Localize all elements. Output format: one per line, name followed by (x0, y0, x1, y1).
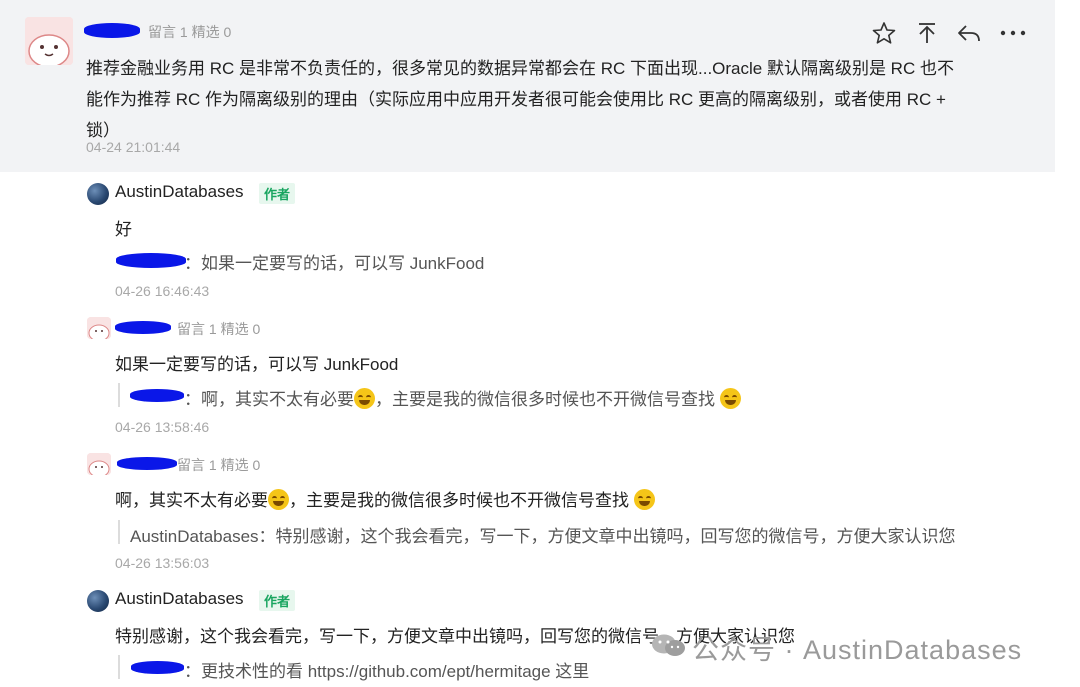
laughing-tears-emoji-icon (633, 489, 655, 510)
reply-time: 04-26 16:46:43 (115, 283, 210, 299)
user-avatar[interactable] (87, 453, 111, 475)
reply-time: 04-26 13:56:03 (115, 555, 210, 571)
quoted-text: ：啊，其实不太有必要 ，主要是我的微信很多时候也不开微信号查找 (184, 385, 741, 410)
comment-text: 推荐金融业务用 RC 是非常不负责任的，很多常见的数据异常都会在 RC 下面出现… (86, 59, 954, 140)
redacted-username (131, 661, 184, 674)
reply-text: 如果一定要写的话，可以写 JunkFood (115, 355, 399, 374)
comment-meta: 留言 1 精选 0 (148, 24, 232, 40)
comment-time: 04-24 21:01:44 (86, 139, 181, 155)
quoted-text: AustinDatabases：特别感谢，这个我会看完，写一下，方便文章中出镜吗… (130, 527, 956, 546)
wechat-logo-icon (650, 632, 686, 658)
quote-bar (118, 520, 120, 544)
redacted-username (117, 457, 177, 470)
redacted-username (130, 389, 184, 402)
reply-icon[interactable] (956, 20, 982, 46)
watermark: 公众号 · AustinDatabases (692, 635, 1023, 665)
reply-text-part: 啊，其实不太有必要 (115, 491, 268, 510)
user-avatar[interactable] (25, 17, 73, 65)
quoted-text-part: ：啊，其实不太有必要 (184, 390, 354, 409)
reply-time: 04-26 13:58:46 (115, 419, 210, 435)
star-icon[interactable] (871, 20, 897, 46)
laughing-tears-emoji-icon (354, 388, 375, 409)
reply-text: 啊，其实不太有必要 ，主要是我的微信很多时候也不开微信号查找 (115, 486, 655, 511)
author-avatar[interactable] (87, 590, 109, 612)
laughing-tears-emoji-icon (268, 489, 289, 510)
redacted-username (115, 321, 171, 334)
author-badge: 作者 (259, 590, 296, 611)
quoted-text: ：更技术性的看 https://github.com/ept/hermitage… (184, 662, 590, 681)
redacted-username (84, 23, 140, 38)
author-name[interactable]: AustinDatabases (115, 589, 244, 609)
pin-top-icon[interactable] (914, 20, 940, 46)
reply-text-part: ，主要是我的微信很多时候也不开微信号查找 (289, 491, 634, 510)
quote-bar (118, 655, 120, 679)
laughing-tears-emoji-icon (719, 388, 741, 409)
author-badge: 作者 (259, 183, 296, 204)
more-icon[interactable] (998, 20, 1028, 46)
quote-bar (118, 383, 120, 407)
quoted-text: ：如果一定要写的话，可以写 JunkFood (184, 254, 485, 273)
author-avatar[interactable] (87, 183, 109, 205)
author-name[interactable]: AustinDatabases (115, 182, 244, 202)
reply-text: 好 (115, 220, 132, 239)
quoted-text-part: ，主要是我的微信很多时候也不开微信号查找 (375, 390, 720, 409)
reply-meta: 留言 1 精选 0 (177, 321, 261, 337)
user-avatar[interactable] (87, 317, 111, 339)
redacted-username (116, 253, 186, 268)
reply-meta: 留言 1 精选 0 (177, 457, 261, 473)
